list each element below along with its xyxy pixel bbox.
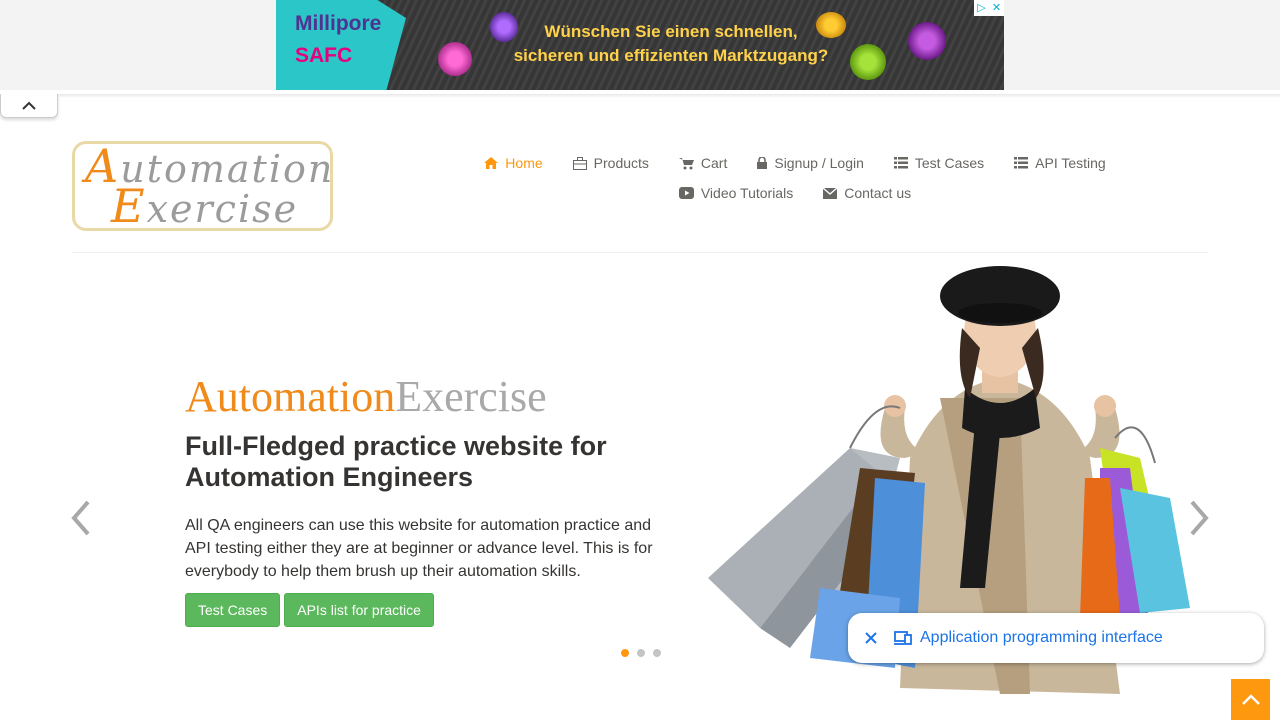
apis-list-button[interactable]: APIs list for practice [284, 593, 434, 627]
logo-word-2: xercise [146, 187, 299, 231]
chip-close-button[interactable] [848, 613, 894, 663]
carousel-dot-2[interactable] [636, 648, 646, 658]
site-logo[interactable]: Automation Exercise [72, 141, 333, 231]
home-icon [484, 157, 499, 169]
nav-home-label: Home [505, 155, 543, 171]
ad-headline-line2: sicheren und effizienten Marktzugang? [513, 46, 829, 65]
nav-cart-label: Cart [700, 155, 728, 171]
ad-brand-logo: Millipore SAFC [276, 0, 406, 90]
logo-word-1: utomation [120, 147, 335, 191]
nav-products[interactable]: Products [572, 155, 649, 171]
ad-headline-line1: Wünschen Sie einen schnellen, [544, 22, 798, 41]
nav-contact-us[interactable]: Contact us [823, 185, 911, 201]
molecule-graphic [908, 22, 946, 60]
logo-text-2: Exercise [111, 183, 299, 231]
chevron-left-icon [71, 500, 90, 536]
hero-brand-automation: Automation [185, 372, 396, 421]
molecule-graphic [438, 42, 472, 76]
ad-brand-line1: Millipore [295, 12, 382, 35]
ad-banner[interactable]: Millipore SAFC Wünschen Sie einen schnel… [276, 0, 1004, 90]
nav-signup-login[interactable]: Signup / Login [757, 155, 864, 171]
close-icon [865, 632, 877, 644]
main-nav: Home Products Cart Signup / Login Test C… [470, 148, 1120, 208]
hero-brand-exercise: Exercise [395, 372, 547, 421]
chevron-up-icon [22, 101, 36, 110]
ad-choices: ▷ ✕ [974, 0, 1004, 16]
cart-icon [678, 157, 694, 169]
search-suggestion-chip[interactable]: Application programming interface [848, 613, 1264, 663]
lock-icon [757, 157, 768, 169]
header-divider [0, 94, 1280, 98]
chip-label-text: Application programming interface [920, 629, 1163, 646]
devices-icon [894, 631, 912, 645]
close-icon[interactable]: ✕ [989, 0, 1004, 16]
ad-brand-line2: SAFC [295, 44, 353, 67]
nav-api-testing-label: API Testing [1035, 155, 1106, 171]
hero-title: Full-Fledged practice website for Automa… [185, 431, 607, 492]
scroll-to-top-button[interactable] [1231, 679, 1270, 720]
list-icon [1014, 157, 1029, 169]
test-cases-button[interactable]: Test Cases [185, 593, 281, 627]
nav-api-testing[interactable]: API Testing [1014, 155, 1106, 171]
carousel-prev-button[interactable] [68, 498, 94, 543]
nav-cart[interactable]: Cart [678, 155, 728, 171]
header-rule [72, 252, 1208, 253]
nav-signup-login-label: Signup / Login [774, 155, 864, 171]
envelope-icon [823, 187, 838, 199]
collapse-ad-button[interactable] [0, 94, 58, 118]
chip-label[interactable]: Application programming interface [894, 629, 1163, 647]
ad-choices-icon[interactable]: ▷ [974, 0, 989, 16]
ad-headline: Wünschen Sie einen schnellen, sicheren u… [506, 20, 836, 68]
nav-video-tutorials[interactable]: Video Tutorials [678, 185, 794, 201]
carousel-indicators [620, 648, 662, 658]
hero-brand: AutomationExercise [185, 372, 547, 422]
chevron-up-icon [1241, 693, 1260, 705]
youtube-play-icon [678, 187, 694, 199]
nav-test-cases[interactable]: Test Cases [893, 155, 985, 171]
nav-products-label: Products [593, 155, 649, 171]
hero-description: All QA engineers can use this website fo… [185, 517, 653, 580]
nav-contact-us-label: Contact us [844, 185, 912, 201]
carousel-dot-3[interactable] [652, 648, 662, 658]
molecule-graphic [850, 44, 886, 80]
nav-test-cases-label: Test Cases [914, 155, 985, 171]
briefcase-icon [572, 156, 587, 170]
list-icon [893, 157, 908, 169]
nav-video-tutorials-label: Video Tutorials [700, 185, 794, 201]
carousel-dot-1[interactable] [620, 648, 630, 658]
hero-buttons: Test Cases APIs list for practice [185, 593, 434, 627]
logo-cap-e: E [111, 179, 147, 233]
nav-home[interactable]: Home [484, 155, 543, 171]
